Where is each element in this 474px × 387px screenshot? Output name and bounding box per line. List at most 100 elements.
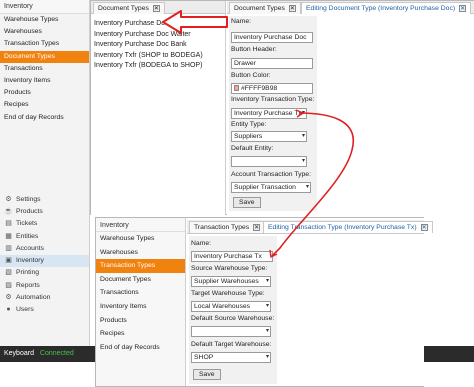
chevron-down-icon: ▾ xyxy=(265,328,269,334)
name-field[interactable]: Inventory Purchase Tx xyxy=(191,251,273,262)
gear-icon: ⚙ xyxy=(5,195,12,203)
target-warehouse-type-label: Target Warehouse Type: xyxy=(191,290,265,297)
nav-item-label: Users xyxy=(16,306,34,314)
target-warehouse-type-select[interactable]: Local Warehouses ▾ xyxy=(191,301,271,312)
nav-item-label: Accounts xyxy=(16,244,44,252)
tab-transaction-types[interactable]: Transaction Types ✕ xyxy=(189,221,266,233)
tab-document-types[interactable]: Document Types ✕ xyxy=(93,2,165,14)
list-item[interactable]: Inventory Purchase Doc xyxy=(94,19,203,30)
sidebar-item[interactable]: Products xyxy=(0,87,89,99)
source-warehouse-type-label: Source Warehouse Type: xyxy=(191,265,268,272)
list-item[interactable]: Inventory Txfr (SHOP to BODEGA) xyxy=(94,51,203,62)
inventory-transaction-type-label: Inventory Transaction Type: xyxy=(231,96,315,103)
list-item[interactable]: Inventory Purchase Doc Bank xyxy=(94,40,203,51)
nav-item-products[interactable]: ☕ Products xyxy=(0,206,89,218)
button-header-field[interactable]: Drawer xyxy=(231,58,313,69)
document-types-screenshot: Document Types ✕ Inventory Purchase Doc In… xyxy=(90,0,474,215)
sidebar-item[interactable]: Transactions xyxy=(0,63,89,75)
account-transaction-type-select[interactable]: Supplier Transaction ▾ xyxy=(231,182,311,193)
document-type-list: Inventory Purchase Doc Inventory Purchase… xyxy=(94,19,203,72)
sidebar-item[interactable]: Inventory Items xyxy=(0,75,89,87)
nav-item-label: Inventory xyxy=(16,257,44,265)
sidebar-item[interactable]: Inventory Items xyxy=(96,300,185,314)
sidebar-item[interactable]: End of day Records xyxy=(0,112,89,124)
nav-item-automation[interactable]: ⚙ Automation xyxy=(0,292,89,304)
sidebar-header: Inventory xyxy=(96,218,185,232)
tab-document-types-small[interactable]: Document Types ✕ xyxy=(229,2,301,14)
nav-item-label: Printing xyxy=(16,269,40,277)
tab-editing-transaction-type[interactable]: Editing Transaction Type (Inventory Purc… xyxy=(263,221,433,233)
nav-item-accounts[interactable]: ▥ Accounts xyxy=(0,243,89,255)
nav-item-settings[interactable]: ⚙ Settings xyxy=(0,194,89,206)
entities-icon: ▦ xyxy=(5,232,12,240)
color-swatch xyxy=(234,85,239,92)
sidebar-item[interactable]: Warehouses xyxy=(96,246,185,260)
nav-item-reports[interactable]: ▨ Reports xyxy=(0,280,89,292)
sidebar-item[interactable]: Warehouses xyxy=(0,26,89,38)
default-source-warehouse-label: Default Source Warehouse: xyxy=(191,315,275,322)
tab-label: Editing Transaction Type (Inventory Purc… xyxy=(268,224,417,231)
nav-item-users[interactable]: ● Users xyxy=(0,304,89,316)
save-button[interactable]: Save xyxy=(193,369,221,380)
nav-item-label: Reports xyxy=(16,281,40,289)
close-icon[interactable]: ✕ xyxy=(459,5,467,12)
close-icon[interactable]: ✕ xyxy=(253,224,261,231)
app-sidebar: Inventory Warehouse Types Warehouses Trans… xyxy=(0,0,90,346)
sidebar-item[interactable]: Recipes xyxy=(0,99,89,111)
sidebar-item[interactable]: Recipes xyxy=(96,327,185,341)
chevron-down-icon: ▾ xyxy=(265,278,269,284)
entity-type-value: Suppliers xyxy=(234,133,263,140)
tab-editing-document-type[interactable]: Editing Document Type (Inventory Purchas… xyxy=(301,2,472,14)
transaction-types-screenshot: Inventory Warehouse Types Warehouses Trans… xyxy=(95,217,433,387)
list-item[interactable]: Inventory Txfr (BODEGA to SHOP) xyxy=(94,61,203,72)
sidebar-item[interactable]: Warehouse Types xyxy=(96,232,185,246)
button-header-label: Button Header: xyxy=(231,46,277,53)
tab-label: Transaction Types xyxy=(194,224,250,231)
sidebar-item[interactable]: Transactions xyxy=(96,286,185,300)
default-entity-select[interactable]: ▾ xyxy=(231,156,307,167)
document-type-edit-panel: Document Types ✕ Editing Document Type (I… xyxy=(227,1,474,215)
close-icon[interactable]: ✕ xyxy=(152,5,160,12)
save-button[interactable]: Save xyxy=(233,197,261,208)
nav-item-tickets[interactable]: ▤ Tickets xyxy=(0,218,89,230)
tab-strip: Document Types ✕ Editing Document Type (I… xyxy=(227,1,474,14)
name-field[interactable]: Inventory Purchase Doc xyxy=(231,32,313,43)
users-icon: ● xyxy=(6,306,11,314)
list-item[interactable]: Inventory Purchase Doc Waiter xyxy=(94,30,203,41)
close-icon[interactable]: ✕ xyxy=(420,224,428,231)
sidebar-item[interactable]: Products xyxy=(96,314,185,328)
default-target-warehouse-select[interactable]: SHOP ▾ xyxy=(191,352,271,363)
nav-item-entities[interactable]: ▦ Entities xyxy=(0,231,89,243)
source-warehouse-type-select[interactable]: Supplier Warehouses ▾ xyxy=(191,276,271,287)
nav-item-printing[interactable]: ▧ Printing xyxy=(0,267,89,279)
sidebar-section-list: Warehouse Types Warehouses Transaction Typ… xyxy=(0,14,89,124)
default-source-warehouse-select[interactable]: ▾ xyxy=(191,326,271,337)
close-icon[interactable]: ✕ xyxy=(288,5,296,12)
nav-item-inventory[interactable]: ▣ Inventory xyxy=(0,255,89,268)
sidebar-item[interactable]: Transaction Types xyxy=(96,259,185,273)
target-warehouse-type-value: Local Warehouses xyxy=(194,303,251,310)
button-color-field[interactable]: #FFFF9B98 xyxy=(231,83,313,94)
sidebar-item[interactable]: Document Types xyxy=(96,273,185,287)
button-color-label: Button Color: xyxy=(231,72,271,79)
button-color-value: #FFFF9B98 xyxy=(241,85,278,92)
products-icon: ☕ xyxy=(4,207,13,215)
chevron-down-icon: ▾ xyxy=(301,158,305,164)
sidebar-item[interactable]: End of day Records xyxy=(96,341,185,355)
nav-item-label: Settings xyxy=(16,195,41,203)
keyboard-button[interactable]: Keyboard xyxy=(4,350,34,357)
inventory-sidebar: Inventory Warehouse Types Warehouses Trans… xyxy=(96,218,186,386)
document-type-form: Name: Inventory Purchase Doc Button Head… xyxy=(229,16,317,211)
main-nav: ⚙ Settings ☕ Products ▤ Tickets ▦ Entities ▥ Acco… xyxy=(0,194,89,317)
source-warehouse-type-value: Supplier Warehouses xyxy=(194,278,259,285)
sidebar-item[interactable]: Warehouse Types xyxy=(0,14,89,26)
account-transaction-type-value: Supplier Transaction xyxy=(234,184,296,191)
sidebar-item[interactable]: Document Types xyxy=(0,50,89,63)
sidebar-header: Inventory xyxy=(0,0,89,14)
sidebar-item[interactable]: Transaction Types xyxy=(0,38,89,50)
entity-type-select[interactable]: Suppliers ▾ xyxy=(231,131,307,142)
inventory-transaction-type-select[interactable]: Inventory Purchase Tx ▾ xyxy=(231,108,307,119)
default-target-warehouse-label: Default Target Warehouse: xyxy=(191,341,272,348)
tab-label: Editing Document Type (Inventory Purchas… xyxy=(306,5,456,12)
